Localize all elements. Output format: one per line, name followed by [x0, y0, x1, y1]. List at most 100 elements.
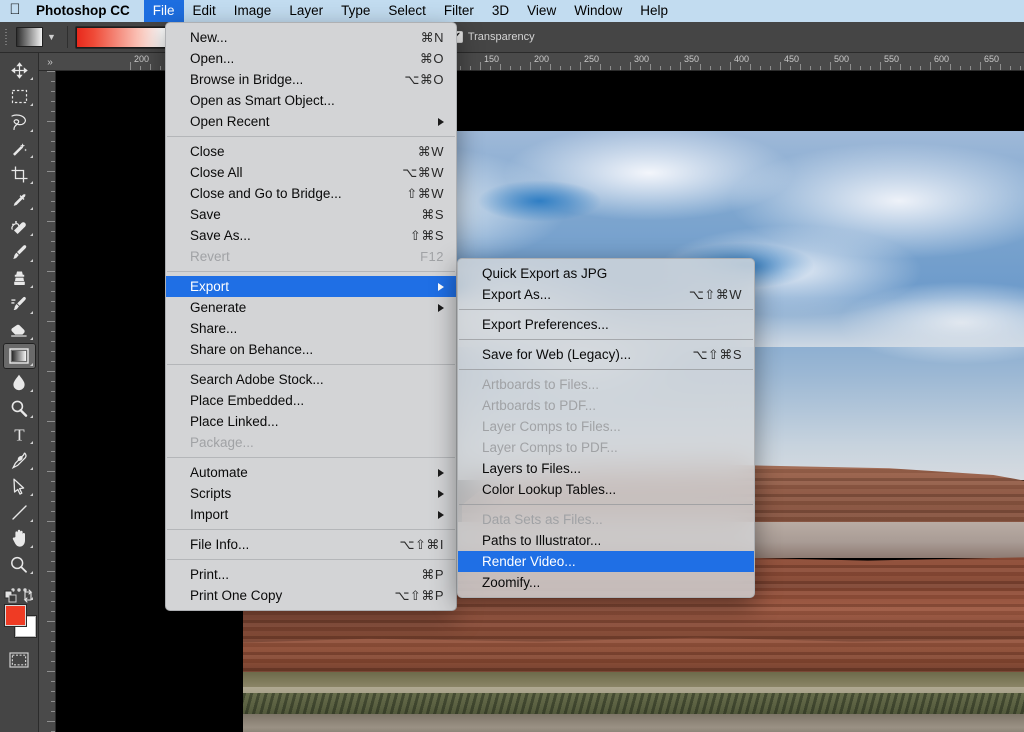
- ruler-tick: [51, 711, 55, 712]
- menu-type[interactable]: Type: [332, 0, 379, 22]
- menu-item-export-as[interactable]: Export As... ⌥⇧⌘W: [458, 284, 754, 305]
- blur-tool[interactable]: [3, 369, 36, 395]
- ruler-tick: [51, 531, 55, 532]
- tool-more-triangle: [29, 415, 33, 418]
- history-brush-tool[interactable]: [3, 291, 36, 317]
- pen-tool[interactable]: [3, 447, 36, 473]
- spot-healing-brush-tool[interactable]: [3, 213, 36, 239]
- app-name-menu[interactable]: Photoshop CC: [30, 0, 144, 22]
- ruler-label: 150: [484, 54, 500, 64]
- menu-item-layers-to-files[interactable]: Layers to Files...: [458, 458, 754, 479]
- menu-help[interactable]: Help: [631, 0, 677, 22]
- options-bar-grip[interactable]: [0, 22, 12, 53]
- ruler-tick: [500, 64, 501, 70]
- tools-panel[interactable]: T: [0, 53, 39, 732]
- rectangular-marquee-tool[interactable]: [3, 83, 36, 109]
- menu-item-label: Layers to Files...: [482, 461, 582, 476]
- menu-item-share-on-behance[interactable]: Share on Behance...: [166, 339, 456, 360]
- menu-item-file-info[interactable]: File Info... ⌥⇧⌘I: [166, 534, 456, 555]
- menu-item-print[interactable]: Print... ⌘P: [166, 564, 456, 585]
- menu-item-share[interactable]: Share...: [166, 318, 456, 339]
- menu-item-save-as[interactable]: Save As... ⇧⌘S: [166, 225, 456, 246]
- menu-item-render-video[interactable]: Render Video...: [458, 551, 754, 572]
- menu-window[interactable]: Window: [565, 0, 631, 22]
- menu-item-save[interactable]: Save ⌘S: [166, 204, 456, 225]
- menu-image[interactable]: Image: [225, 0, 281, 22]
- zoom-tool[interactable]: [3, 551, 36, 577]
- foreground-color-swatch[interactable]: [4, 605, 26, 626]
- menu-item-automate[interactable]: Automate: [166, 462, 456, 483]
- menu-item-close-and-go-to-bridge[interactable]: Close and Go to Bridge... ⇧⌘W: [166, 183, 456, 204]
- line-tool[interactable]: [3, 499, 36, 525]
- tool-options-bar[interactable]: ▼ ▼ Opacity: 100% ▼ Reverse Dither Trans…: [0, 22, 1024, 53]
- file-dropdown-menu[interactable]: New... ⌘N Open... ⌘O Browse in Bridge... ⌥⌘O O…: [165, 22, 457, 611]
- menu-item-place-linked[interactable]: Place Linked...: [166, 411, 456, 432]
- quick-selection-tool[interactable]: [3, 135, 36, 161]
- ruler-tick: [51, 461, 55, 462]
- dodge-tool[interactable]: [3, 395, 36, 421]
- menu-select[interactable]: Select: [379, 0, 435, 22]
- move-tool[interactable]: [3, 57, 36, 83]
- menu-item-print-one-copy[interactable]: Print One Copy ⌥⇧⌘P: [166, 585, 456, 606]
- menu-item-label: Artboards to Files...: [482, 377, 600, 392]
- gradient-preset-swatch[interactable]: [16, 27, 43, 47]
- lasso-tool[interactable]: [3, 109, 36, 135]
- eraser-tool[interactable]: [3, 317, 36, 343]
- eyedropper-tool[interactable]: [3, 187, 36, 213]
- chevron-down-icon[interactable]: ▼: [43, 27, 60, 48]
- ruler-tick: [51, 131, 55, 132]
- menu-3d[interactable]: 3D: [483, 0, 518, 22]
- color-swatches[interactable]: [3, 589, 36, 639]
- ruler-tick: [480, 62, 481, 70]
- menu-item-open-as-smart-object[interactable]: Open as Smart Object...: [166, 90, 456, 111]
- menu-item-open-recent[interactable]: Open Recent: [166, 111, 456, 132]
- expand-options-icon[interactable]: »: [39, 53, 61, 70]
- menu-item-export[interactable]: Export: [166, 276, 456, 297]
- menu-item-label: Share...: [190, 321, 238, 336]
- transparency-checkbox[interactable]: Transparency: [450, 31, 535, 43]
- ruler-tick: [710, 66, 711, 70]
- gradient-tool[interactable]: [2, 343, 36, 369]
- menu-view[interactable]: View: [518, 0, 565, 22]
- menu-item-save-for-web-legacy[interactable]: Save for Web (Legacy)... ⌥⇧⌘S: [458, 344, 754, 365]
- menu-item-zoomify[interactable]: Zoomify...: [458, 572, 754, 593]
- vertical-ruler[interactable]: [39, 71, 56, 732]
- path-selection-tool[interactable]: [3, 473, 36, 499]
- hand-tool[interactable]: [3, 525, 36, 551]
- brush-tool[interactable]: [3, 239, 36, 265]
- menu-item-quick-export-as-jpg[interactable]: Quick Export as JPG: [458, 263, 754, 284]
- menu-item-place-embedded[interactable]: Place Embedded...: [166, 390, 456, 411]
- menu-item-label: Scripts: [190, 486, 232, 501]
- ruler-tick: [47, 71, 55, 72]
- menu-item-new[interactable]: New... ⌘N: [166, 27, 456, 48]
- ruler-tick: [680, 62, 681, 70]
- menu-item-export-preferences[interactable]: Export Preferences...: [458, 314, 754, 335]
- gradient-swatch[interactable]: [76, 26, 170, 48]
- export-submenu[interactable]: Quick Export as JPG Export As... ⌥⇧⌘W Expor…: [457, 258, 755, 598]
- menu-layer[interactable]: Layer: [280, 0, 332, 22]
- swatch-controls[interactable]: [3, 589, 36, 603]
- crop-tool[interactable]: [3, 161, 36, 187]
- menu-item-close[interactable]: Close ⌘W: [166, 141, 456, 162]
- menu-item-color-lookup-tables[interactable]: Color Lookup Tables...: [458, 479, 754, 500]
- menu-item-generate[interactable]: Generate: [166, 297, 456, 318]
- menu-filter[interactable]: Filter: [435, 0, 483, 22]
- menu-item-shortcut: ⌘W: [417, 144, 444, 159]
- menu-item-close-all[interactable]: Close All ⌥⌘W: [166, 162, 456, 183]
- macos-menu-bar[interactable]:  Photoshop CC File Edit Image Layer Typ…: [0, 0, 1024, 22]
- menu-item-paths-to-illustrator[interactable]: Paths to Illustrator...: [458, 530, 754, 551]
- ruler-tick: [820, 66, 821, 70]
- ruler-tick: [760, 66, 761, 70]
- menu-item-import[interactable]: Import: [166, 504, 456, 525]
- menu-item-scripts[interactable]: Scripts: [166, 483, 456, 504]
- menu-edit[interactable]: Edit: [184, 0, 225, 22]
- apple-logo-icon[interactable]: : [0, 0, 30, 23]
- ruler-label: 250: [584, 54, 600, 64]
- menu-item-browse-in-bridge[interactable]: Browse in Bridge... ⌥⌘O: [166, 69, 456, 90]
- quick-mask-icon[interactable]: [3, 647, 36, 673]
- type-tool[interactable]: T: [3, 421, 36, 447]
- menu-item-search-adobe-stock[interactable]: Search Adobe Stock...: [166, 369, 456, 390]
- clone-stamp-tool[interactable]: [3, 265, 36, 291]
- menu-file[interactable]: File: [143, 0, 184, 22]
- menu-item-open[interactable]: Open... ⌘O: [166, 48, 456, 69]
